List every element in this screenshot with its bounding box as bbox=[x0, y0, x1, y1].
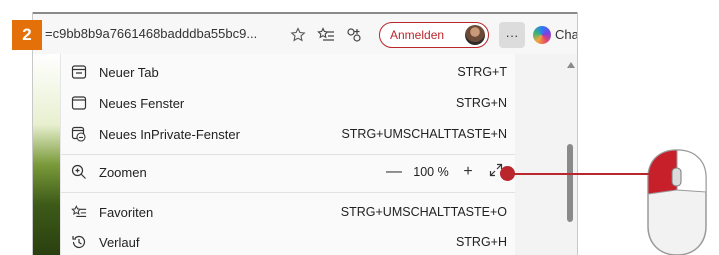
menu-item-history[interactable]: Verlauf STRG+H bbox=[61, 230, 515, 254]
menu-item-shortcut: STRG+H bbox=[455, 235, 507, 249]
zoom-controls: — 100 % + bbox=[383, 162, 507, 182]
menu-item-zoom: Zoomen — 100 % + bbox=[61, 160, 515, 184]
zoom-out-button[interactable]: — bbox=[383, 163, 405, 181]
menu-item-label: Neuer Tab bbox=[99, 65, 159, 80]
zoom-in-button[interactable]: + bbox=[457, 163, 479, 181]
zoom-icon bbox=[71, 164, 87, 180]
menu-item-label: Neues InPrivate-Fenster bbox=[99, 127, 240, 142]
menu-item-shortcut: STRG+UMSCHALTTASTE+N bbox=[341, 127, 507, 141]
settings-menu: Neuer Tab STRG+T Neues Fenster STRG+N Ne… bbox=[60, 54, 515, 255]
page-background-strip bbox=[33, 54, 60, 255]
callout-line bbox=[508, 173, 654, 175]
scrollbar[interactable] bbox=[515, 54, 577, 255]
menu-item-label: Verlauf bbox=[99, 235, 140, 250]
menu-divider bbox=[61, 192, 515, 193]
inprivate-window-icon bbox=[71, 126, 87, 142]
menu-divider bbox=[61, 154, 515, 155]
scroll-up-arrow-icon[interactable] bbox=[567, 62, 575, 68]
scroll-thumb[interactable] bbox=[567, 144, 573, 222]
avatar bbox=[465, 25, 485, 45]
settings-more-button[interactable]: ··· bbox=[499, 22, 525, 48]
menu-item-shortcut: STRG+T bbox=[457, 65, 507, 79]
chat-label[interactable]: Chat bbox=[555, 27, 577, 42]
menu-item-new-inprivate-window[interactable]: Neues InPrivate-Fenster STRG+UMSCHALTTAS… bbox=[61, 122, 515, 146]
more-dots-icon: ··· bbox=[505, 27, 519, 43]
signin-label: Anmelden bbox=[390, 28, 445, 42]
callout-dot bbox=[500, 166, 515, 181]
zoom-level: 100 % bbox=[413, 165, 449, 179]
menu-item-shortcut: STRG+UMSCHALTTASTE+O bbox=[340, 205, 507, 219]
new-tab-icon bbox=[71, 64, 87, 80]
favorites-icon bbox=[71, 204, 87, 220]
menu-item-new-tab[interactable]: Neuer Tab STRG+T bbox=[61, 60, 515, 84]
browser-window: =c9bb8b9a7661468badddba55bc9... Anmelden… bbox=[32, 12, 578, 255]
favorites-list-icon[interactable] bbox=[317, 26, 335, 44]
address-bar-text[interactable]: =c9bb8b9a7661468badddba55bc9... bbox=[45, 26, 257, 41]
menu-item-label: Favoriten bbox=[99, 205, 154, 220]
menu-item-label: Neues Fenster bbox=[99, 96, 185, 111]
star-outline-icon[interactable] bbox=[289, 26, 307, 44]
menu-item-label: Zoomen bbox=[99, 165, 147, 180]
menu-item-new-window[interactable]: Neues Fenster STRG+N bbox=[61, 91, 515, 115]
signin-button[interactable]: Anmelden bbox=[379, 22, 489, 48]
step-badge: 2 bbox=[12, 20, 42, 50]
extensions-icon[interactable] bbox=[345, 26, 363, 44]
browser-toolbar: =c9bb8b9a7661468badddba55bc9... Anmelden… bbox=[33, 14, 577, 54]
menu-item-favorites[interactable]: Favoriten STRG+UMSCHALTTASTE+O bbox=[61, 200, 515, 224]
mouse-click-icon bbox=[640, 138, 714, 255]
new-window-icon bbox=[71, 95, 87, 111]
menu-item-shortcut: STRG+N bbox=[455, 96, 507, 110]
copilot-icon[interactable] bbox=[533, 26, 551, 44]
history-icon bbox=[71, 234, 87, 250]
